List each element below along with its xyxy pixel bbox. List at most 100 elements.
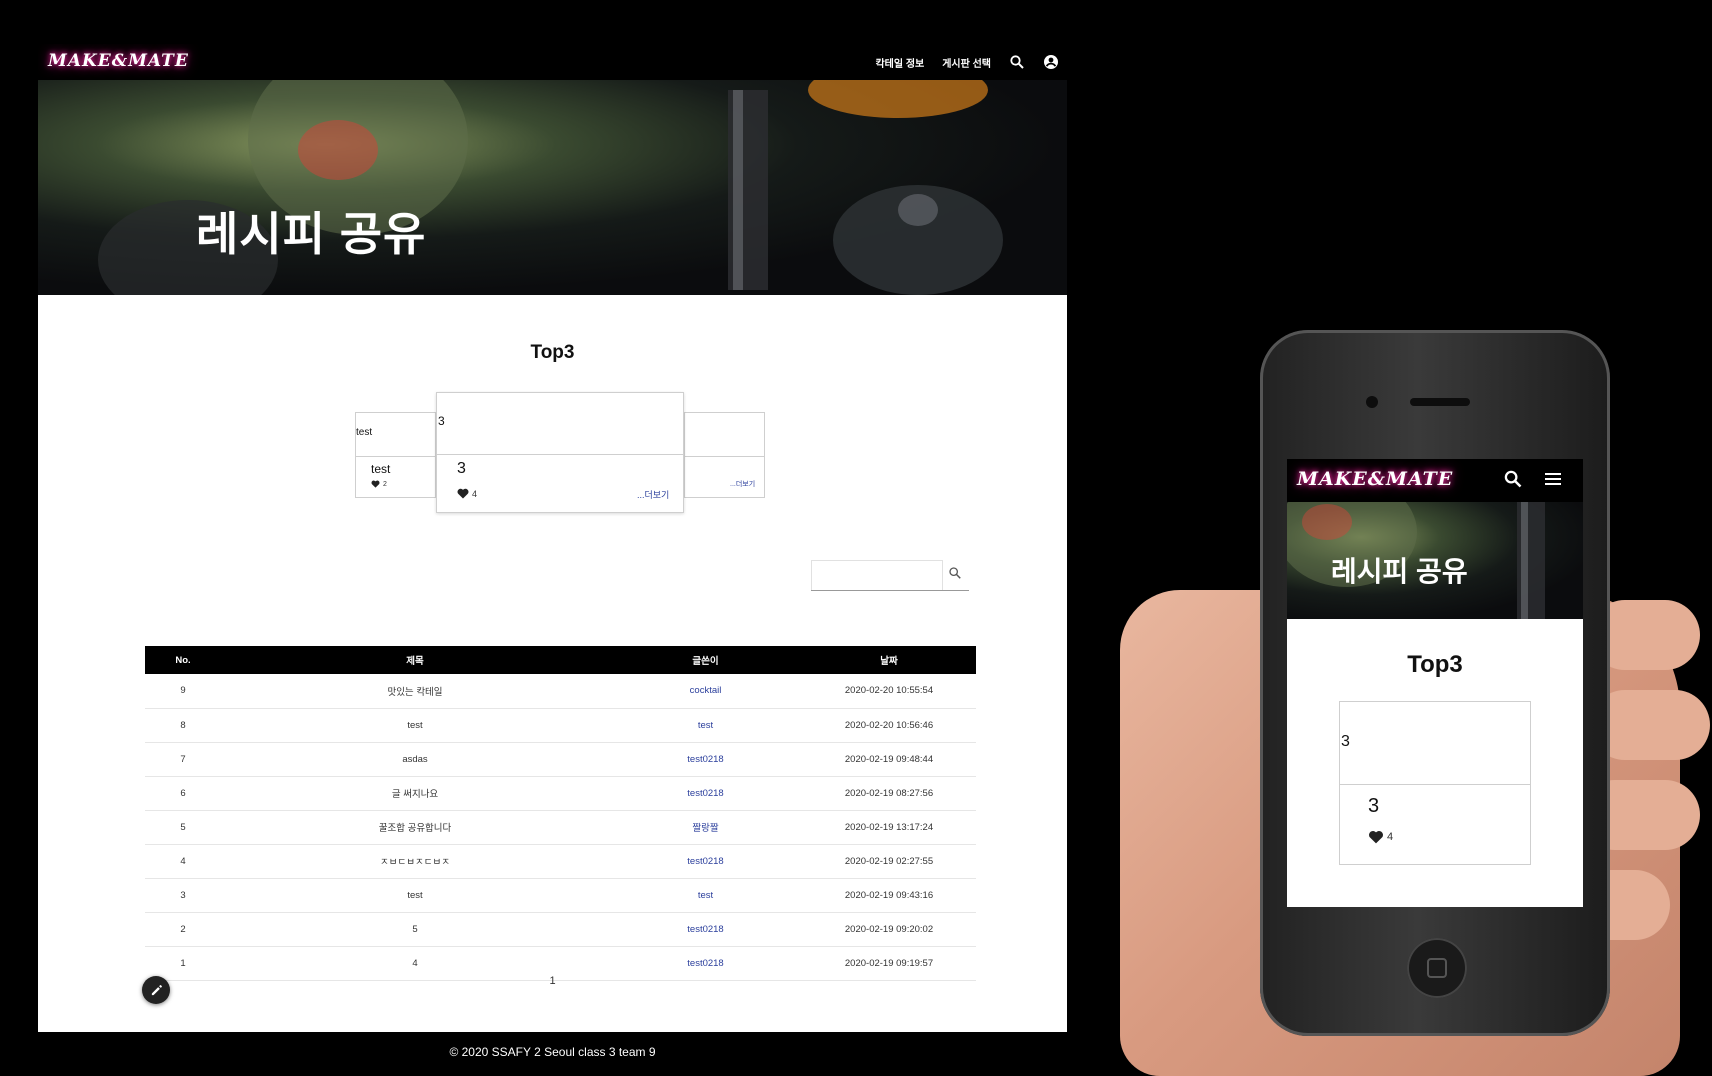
mobile-brand-logo[interactable]: MAKE&MATE — [1297, 468, 1453, 490]
mobile-hero-title: 레시피 공유 — [1331, 556, 1468, 587]
cell-author[interactable]: test0218 — [609, 912, 802, 946]
desktop-view: MAKE&MATE 칵테일 정보 게시판 선택 레시피 공유 Top3 test… — [38, 44, 1067, 1072]
cell-title[interactable]: test — [221, 708, 609, 742]
pencil-icon — [151, 984, 162, 995]
table-body: 9 맛있는 칵테일 cocktail 2020-02-20 10:55:54 8 tes… — [145, 674, 976, 980]
table-row[interactable]: 9 맛있는 칵테일 cocktail 2020-02-20 10:55:54 — [145, 674, 976, 708]
cell-title[interactable]: asdas — [221, 742, 609, 776]
cell-no: 4 — [180, 855, 186, 867]
top3-card-center[interactable]: 3 3 4 ...더보기 — [436, 392, 684, 513]
cell-date: 2020-02-19 09:48:44 — [844, 753, 934, 765]
table-row[interactable]: 7 asdas test0218 2020-02-19 09:48:44 — [145, 742, 976, 776]
cell-title[interactable]: 꿀조합 공유합니다 — [221, 810, 609, 844]
cell-no: 9 — [180, 685, 186, 697]
heart-icon — [457, 488, 469, 499]
th-date: 날짜 — [880, 656, 898, 667]
cell-date: 2020-02-19 09:20:02 — [844, 923, 934, 935]
menu-icon[interactable] — [1543, 469, 1563, 494]
table-row[interactable]: 3 test test 2020-02-19 09:43:16 — [145, 878, 976, 912]
card-image-alt: 3 — [1341, 733, 1350, 750]
mobile-top3-title: Top3 — [1407, 651, 1463, 678]
card-more-link[interactable]: ...더보기 — [730, 479, 755, 489]
search-icon[interactable] — [948, 566, 964, 582]
cell-date: 2020-02-20 10:56:46 — [844, 719, 934, 731]
cell-no: 5 — [180, 821, 186, 833]
page-number[interactable]: 1 — [549, 975, 555, 987]
card-image-alt: 3 — [438, 414, 445, 428]
search-icon[interactable] — [1503, 469, 1523, 494]
mobile-content: Top3 3 3 4 — [1287, 619, 1583, 907]
heart-icon — [1369, 830, 1383, 844]
card-image — [685, 413, 764, 457]
card-likes: 4 — [1368, 830, 1393, 844]
cell-date: 2020-02-20 10:55:54 — [844, 685, 934, 697]
mobile-nav-icons — [1503, 469, 1563, 494]
mobile-screen: MAKE&MATE 레시피 공유 Top3 3 3 4 — [1287, 459, 1583, 907]
cell-no: 3 — [180, 889, 186, 901]
nav-cocktail-info[interactable]: 칵테일 정보 — [875, 55, 924, 70]
search-icon[interactable] — [1009, 54, 1025, 70]
hero-title: 레시피 공유 — [196, 208, 427, 260]
table-row[interactable]: 5 꿀조합 공유합니다 짤랑짤 2020-02-19 13:17:24 — [145, 810, 976, 844]
stage: MAKE&MATE 칵테일 정보 게시판 선택 레시피 공유 Top3 test… — [0, 0, 1712, 1076]
card-image: 3 — [1340, 702, 1530, 785]
card-likes: 4 — [457, 488, 477, 499]
cell-date: 2020-02-19 02:27:55 — [844, 855, 934, 867]
th-author: 글쓴이 — [692, 656, 719, 667]
cell-author[interactable]: test0218 — [609, 776, 802, 810]
cell-title[interactable]: 5 — [221, 912, 609, 946]
th-no: No. — [175, 654, 191, 666]
mobile-navbar: MAKE&MATE — [1287, 459, 1583, 502]
cell-date: 2020-02-19 13:17:24 — [844, 821, 934, 833]
mobile-mockup: MAKE&MATE 레시피 공유 Top3 3 3 4 — [1120, 330, 1712, 1076]
cell-no: 7 — [180, 753, 186, 765]
top-navbar: MAKE&MATE 칵테일 정보 게시판 선택 — [38, 44, 1067, 80]
cell-no: 8 — [180, 719, 186, 731]
cell-author[interactable]: test — [609, 708, 802, 742]
account-circle-icon[interactable] — [1043, 54, 1059, 70]
cell-title[interactable]: 글 써지나요 — [221, 776, 609, 810]
cell-date: 2020-02-19 09:43:16 — [844, 889, 934, 901]
search-input[interactable] — [811, 560, 943, 590]
card-image-alt: test — [356, 427, 373, 438]
th-title: 제목 — [406, 656, 424, 667]
mobile-hero-banner: 레시피 공유 — [1287, 502, 1583, 619]
cell-date: 2020-02-19 08:27:56 — [844, 787, 934, 799]
phone-camera — [1366, 396, 1378, 408]
card-likes-count: 4 — [472, 488, 478, 499]
table-row[interactable]: 2 5 test0218 2020-02-19 09:20:02 — [145, 912, 976, 946]
card-title: 3 — [457, 460, 466, 477]
board-table: No. 제목 글쓴이 날짜 9 맛있는 칵테일 cocktail 2020-02-20… — [145, 646, 976, 981]
nav-board-select[interactable]: 게시판 선택 — [942, 55, 991, 70]
hero-banner: 레시피 공유 — [38, 80, 1067, 295]
card-title: 3 — [1368, 795, 1380, 817]
table-row[interactable]: 4 ㅈㅂㄷㅂㅈㄷㅂㅈ test0218 2020-02-19 02:27:55 — [145, 844, 976, 878]
top3-title: Top3 — [530, 342, 575, 363]
top3-card-left[interactable]: test test 2 — [355, 412, 436, 498]
cell-author[interactable]: test0218 — [609, 844, 802, 878]
cell-author[interactable]: cocktail — [609, 674, 802, 708]
cell-title[interactable]: ㅈㅂㄷㅂㅈㄷㅂㅈ — [221, 844, 609, 878]
cell-no: 6 — [180, 787, 186, 799]
mobile-top3-card[interactable]: 3 3 4 — [1339, 701, 1531, 865]
table-row[interactable]: 6 글 써지나요 test0218 2020-02-19 08:27:56 — [145, 776, 976, 810]
card-likes-count: 4 — [1387, 831, 1394, 843]
cell-author[interactable]: 짤랑짤 — [609, 810, 802, 844]
write-post-button[interactable] — [142, 976, 170, 1004]
card-more-link[interactable]: ...더보기 — [637, 488, 669, 501]
phone-speaker — [1410, 398, 1470, 406]
card-image: 3 — [437, 393, 683, 455]
home-button[interactable] — [1407, 938, 1467, 998]
cell-author[interactable]: test — [609, 878, 802, 912]
cell-author[interactable]: test0218 — [609, 742, 802, 776]
nav-menu: 칵테일 정보 게시판 선택 — [875, 44, 1059, 80]
brand-logo[interactable]: MAKE&MATE — [48, 51, 189, 71]
cell-no: 2 — [180, 923, 186, 935]
table-row[interactable]: 8 test test 2020-02-20 10:56:46 — [145, 708, 976, 742]
hero-background-image — [98, 80, 1003, 295]
cell-title[interactable]: 맛있는 칵테일 — [221, 674, 609, 708]
footer: © 2020 SSAFY 2 Seoul class 3 team 9 — [38, 1032, 1067, 1072]
top3-card-right[interactable]: ...더보기 — [684, 412, 765, 498]
heart-icon — [371, 480, 380, 488]
cell-title[interactable]: test — [221, 878, 609, 912]
